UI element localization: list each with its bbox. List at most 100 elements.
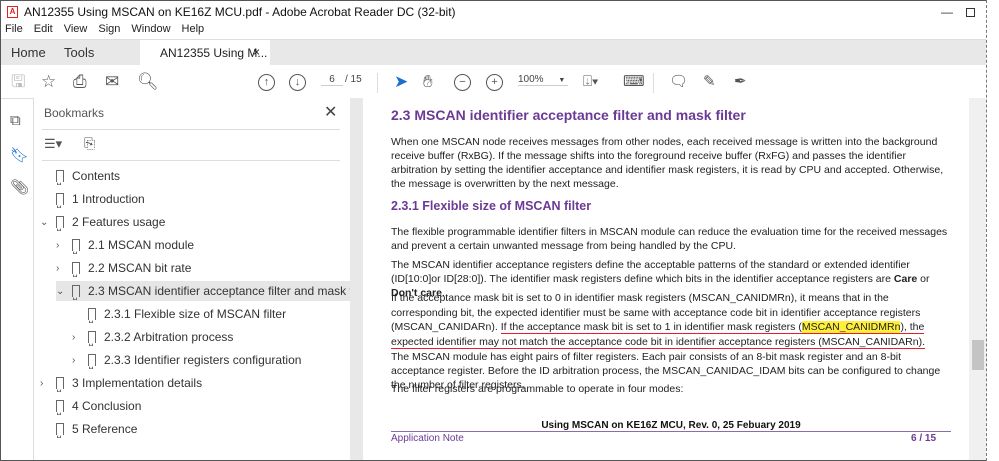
- bookmark-icon: [56, 216, 64, 231]
- bookmark-item[interactable]: 2.3.1 Flexible size of MSCAN filter: [72, 304, 286, 324]
- tab-document[interactable]: AN12355 Using M... ×: [140, 40, 270, 65]
- title-bar: A AN12355 Using MSCAN on KE16Z MCU.pdf -…: [1, 1, 988, 23]
- bookmark-label: Contents: [72, 169, 121, 183]
- minimize-button[interactable]: —: [941, 5, 953, 19]
- search-icon[interactable]: 🔍︎: [137, 72, 159, 92]
- scrollbar-thumb[interactable]: [972, 340, 984, 370]
- section-heading: 2.3 MSCAN identifier acceptance filter a…: [391, 107, 746, 123]
- text: The MSCAN identifier acceptance register…: [391, 259, 910, 285]
- chevron-down-icon[interactable]: ⌄: [56, 286, 68, 297]
- divider: [42, 129, 340, 130]
- chevron-right-icon[interactable]: ›: [56, 240, 68, 251]
- toolbar: 🖫 ☆ ⎙ ✉ 🔍︎ ↑ ↓ 6 / 15 ➤ ✋︎ − + 100% ▼ ⍗▾…: [1, 65, 988, 99]
- bookmark-item[interactable]: 5 Reference: [40, 419, 137, 439]
- bookmark-icon: [72, 285, 80, 300]
- bookmark-label: 2 Features usage: [72, 215, 166, 229]
- chevron-right-icon[interactable]: ›: [40, 378, 52, 389]
- menu-edit[interactable]: Edit: [34, 23, 53, 39]
- divider: [377, 73, 378, 93]
- find-bookmark-icon[interactable]: ⎘: [84, 135, 95, 152]
- scroll-mode-icon[interactable]: ⌨: [623, 72, 645, 92]
- pdf-icon: A: [7, 6, 18, 18]
- page-number-input[interactable]: 6: [321, 74, 343, 86]
- previous-page-icon[interactable]: ↑: [258, 74, 275, 91]
- chevron-right-icon[interactable]: ›: [72, 355, 84, 366]
- bookmark-item[interactable]: 1 Introduction: [40, 189, 145, 209]
- maximize-button[interactable]: [966, 8, 975, 17]
- panel-splitter[interactable]: [350, 98, 363, 460]
- bookmark-item[interactable]: › 2.3.3 Identifier registers configuratio…: [72, 350, 301, 370]
- bookmark-icon[interactable]: 🔖︎: [10, 146, 29, 164]
- bookmark-options-icon[interactable]: ☰▾: [44, 136, 62, 152]
- footer-page: 6 / 15: [911, 433, 937, 444]
- zoom-value: 100%: [518, 74, 544, 85]
- chevron-right-icon[interactable]: ›: [72, 332, 84, 343]
- bookmark-label: 2.2 MSCAN bit rate: [88, 261, 192, 275]
- tab-tools[interactable]: Tools: [54, 40, 112, 65]
- save-icon[interactable]: 🖫: [11, 72, 25, 92]
- window-title: AN12355 Using MSCAN on KE16Z MCU.pdf - A…: [24, 5, 456, 19]
- menu-help[interactable]: Help: [182, 23, 205, 39]
- chevron-down-icon[interactable]: ⌄: [40, 217, 52, 228]
- bookmark-icon: [56, 423, 64, 438]
- bookmark-item[interactable]: › 2.3.2 Arbitration process: [72, 327, 233, 347]
- fit-page-icon[interactable]: ⍗▾: [583, 72, 598, 92]
- tab-bar: Home Tools AN12355 Using M... ×: [1, 39, 988, 65]
- vertical-scrollbar[interactable]: [969, 98, 987, 460]
- attachment-icon[interactable]: 📎︎: [10, 178, 29, 196]
- bookmark-label: 2.3 MSCAN identifier acceptance filter a…: [88, 284, 373, 298]
- footer-left: Application Note: [391, 433, 464, 444]
- zoom-select[interactable]: 100% ▼: [518, 74, 568, 86]
- navigation-rail: ⧉ 🔖︎ 📎︎: [1, 98, 34, 460]
- subsection-heading: 2.3.1 Flexible size of MSCAN filter: [391, 199, 592, 213]
- text-bold: Care: [893, 273, 918, 285]
- menu-view[interactable]: View: [64, 23, 88, 39]
- menu-file[interactable]: File: [5, 23, 23, 39]
- zoom-in-icon[interactable]: +: [486, 74, 503, 91]
- tab-close-icon[interactable]: ×: [253, 45, 260, 59]
- close-icon[interactable]: ✕: [324, 102, 337, 122]
- star-icon[interactable]: ☆: [41, 72, 56, 92]
- menu-sign[interactable]: Sign: [98, 23, 120, 39]
- print-icon[interactable]: ⎙: [73, 72, 87, 92]
- paragraph: The filter registers are programmable to…: [391, 383, 684, 395]
- bookmark-label: 3 Implementation details: [72, 376, 203, 390]
- comment-icon[interactable]: 🗨︎: [669, 72, 688, 92]
- email-icon[interactable]: ✉: [105, 72, 119, 92]
- bookmark-label: 2.1 MSCAN module: [88, 238, 195, 252]
- next-page-icon[interactable]: ↓: [289, 74, 306, 91]
- hand-tool-icon[interactable]: ✋︎: [423, 72, 433, 92]
- acrobat-window: A AN12355 Using MSCAN on KE16Z MCU.pdf -…: [0, 0, 988, 461]
- bookmark-item[interactable]: › 2.1 MSCAN module: [56, 235, 194, 255]
- bookmark-item[interactable]: Contents: [40, 166, 120, 186]
- bookmark-icon: [72, 262, 80, 277]
- page-thumbnails-icon[interactable]: ⧉: [10, 112, 21, 129]
- sign-icon[interactable]: ✒︎: [734, 72, 747, 92]
- bookmark-item[interactable]: 4 Conclusion: [40, 396, 141, 416]
- menu-window[interactable]: Window: [131, 23, 170, 39]
- chevron-right-icon[interactable]: ›: [56, 263, 68, 274]
- bookmark-item[interactable]: ⌄ 2 Features usage: [40, 212, 165, 232]
- bookmark-label: 4 Conclusion: [72, 399, 142, 413]
- bookmark-item[interactable]: ⌄ 2.3 MSCAN identifier acceptance filter …: [56, 281, 377, 301]
- page-count: / 15: [345, 74, 362, 85]
- bookmark-item[interactable]: › 2.2 MSCAN bit rate: [56, 258, 191, 278]
- main-area: ⧉ 🔖︎ 📎︎ Bookmarks ✕ ☰▾ ⎘ Contents 1 Intro…: [1, 98, 988, 460]
- text: If the acceptance mask bit is set to 1 i…: [500, 321, 802, 333]
- highlight-pen-icon[interactable]: ✎: [703, 72, 716, 92]
- paragraph: When one MSCAN node receives messages fr…: [391, 136, 944, 190]
- bookmarks-panel: Bookmarks ✕ ☰▾ ⎘ Contents 1 Introduction ⌄…: [34, 98, 377, 460]
- select-tool-icon[interactable]: ➤: [394, 72, 408, 92]
- footer-rule: [391, 431, 951, 432]
- chevron-down-icon: ▼: [558, 77, 566, 84]
- bookmark-label: 2.3.3 Identifier registers configuration: [104, 353, 302, 367]
- bookmark-icon: [56, 170, 64, 185]
- zoom-out-icon[interactable]: −: [454, 74, 471, 91]
- tab-home[interactable]: Home: [1, 40, 54, 65]
- bookmark-item[interactable]: › 3 Implementation details: [40, 373, 202, 393]
- bookmark-icon: [88, 308, 96, 323]
- divider: [42, 160, 340, 161]
- bookmark-icon: [56, 400, 64, 415]
- text: or: [917, 273, 930, 285]
- paragraph: If the acceptance mask bit is set to 0 i…: [391, 291, 951, 349]
